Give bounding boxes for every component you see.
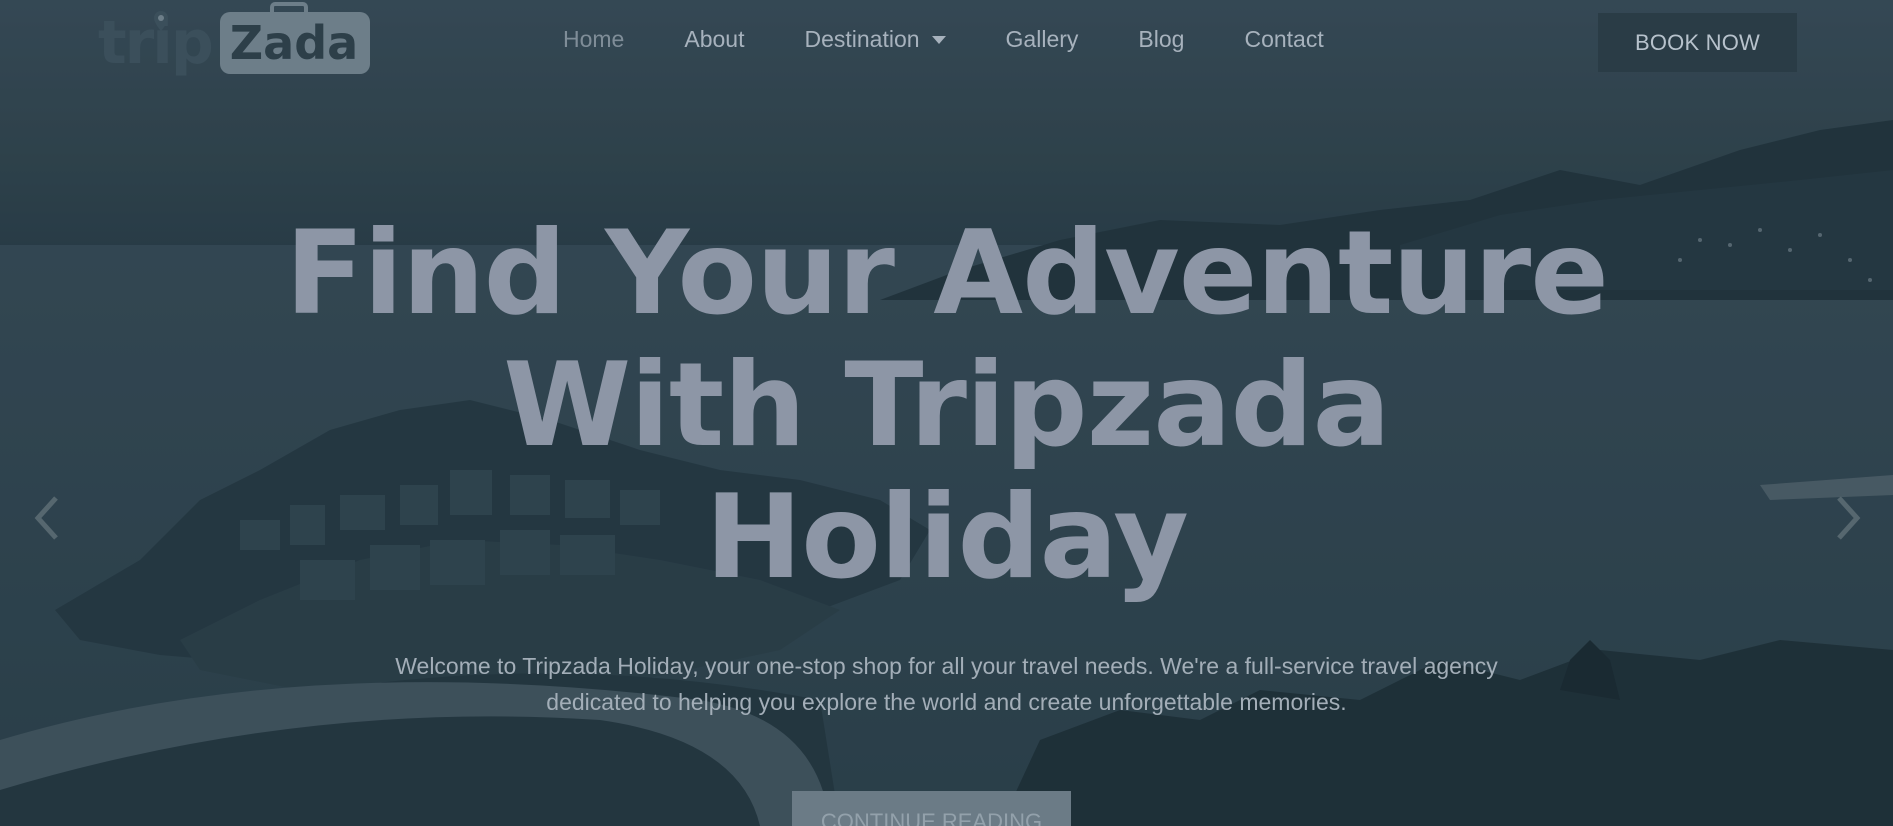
chevron-left-icon bbox=[34, 496, 58, 540]
nav-item-label: About bbox=[684, 26, 745, 52]
nav-item-label: Blog bbox=[1138, 26, 1185, 52]
nav-item-destination[interactable]: Destination bbox=[804, 26, 946, 53]
nav-item-label: Destination bbox=[804, 26, 920, 52]
logo-trip-text: trip bbox=[98, 8, 214, 78]
logo-suitcase: Zada bbox=[219, 2, 371, 74]
hero-description-line: dedicated to helping you explore the wor… bbox=[546, 689, 1347, 715]
hero-title-line: Find Your Adventure bbox=[285, 206, 1609, 341]
caret-down-icon bbox=[931, 35, 946, 44]
location-pin-icon bbox=[154, 11, 168, 31]
nav-item-home[interactable]: Home bbox=[563, 26, 624, 53]
book-now-button[interactable]: BOOK NOW bbox=[1598, 13, 1797, 72]
slider-prev-button[interactable] bbox=[26, 490, 66, 546]
hero-title: Find Your Adventure With Tripzada Holida… bbox=[230, 208, 1663, 604]
nav-item-contact[interactable]: Contact bbox=[1244, 26, 1323, 53]
brand-logo[interactable]: trip Zada bbox=[98, 2, 371, 78]
nav-item-gallery[interactable]: Gallery bbox=[1006, 26, 1079, 53]
nav-item-label: Contact bbox=[1244, 26, 1324, 52]
main-navigation: Home About Destination Gallery Blog Cont… bbox=[563, 26, 1384, 53]
site-header: trip Zada Home About Destination Gallery… bbox=[0, 0, 1893, 86]
continue-reading-button[interactable]: CONTINUE READING bbox=[792, 791, 1071, 826]
logo-zada-text: Zada bbox=[229, 16, 359, 70]
nav-item-blog[interactable]: Blog bbox=[1138, 26, 1184, 53]
slider-next-button[interactable] bbox=[1829, 490, 1869, 546]
hero-description-line: Welcome to Tripzada Holiday, your one-st… bbox=[395, 653, 1498, 679]
nav-item-label: Home bbox=[563, 26, 625, 52]
chevron-right-icon bbox=[1837, 496, 1861, 540]
hero-description: Welcome to Tripzada Holiday, your one-st… bbox=[340, 648, 1553, 720]
hero-title-line: With Tripzada bbox=[503, 338, 1391, 473]
hero-title-line: Holiday bbox=[705, 470, 1189, 605]
nav-item-label: Gallery bbox=[1005, 26, 1079, 52]
nav-item-about[interactable]: About bbox=[684, 26, 744, 53]
